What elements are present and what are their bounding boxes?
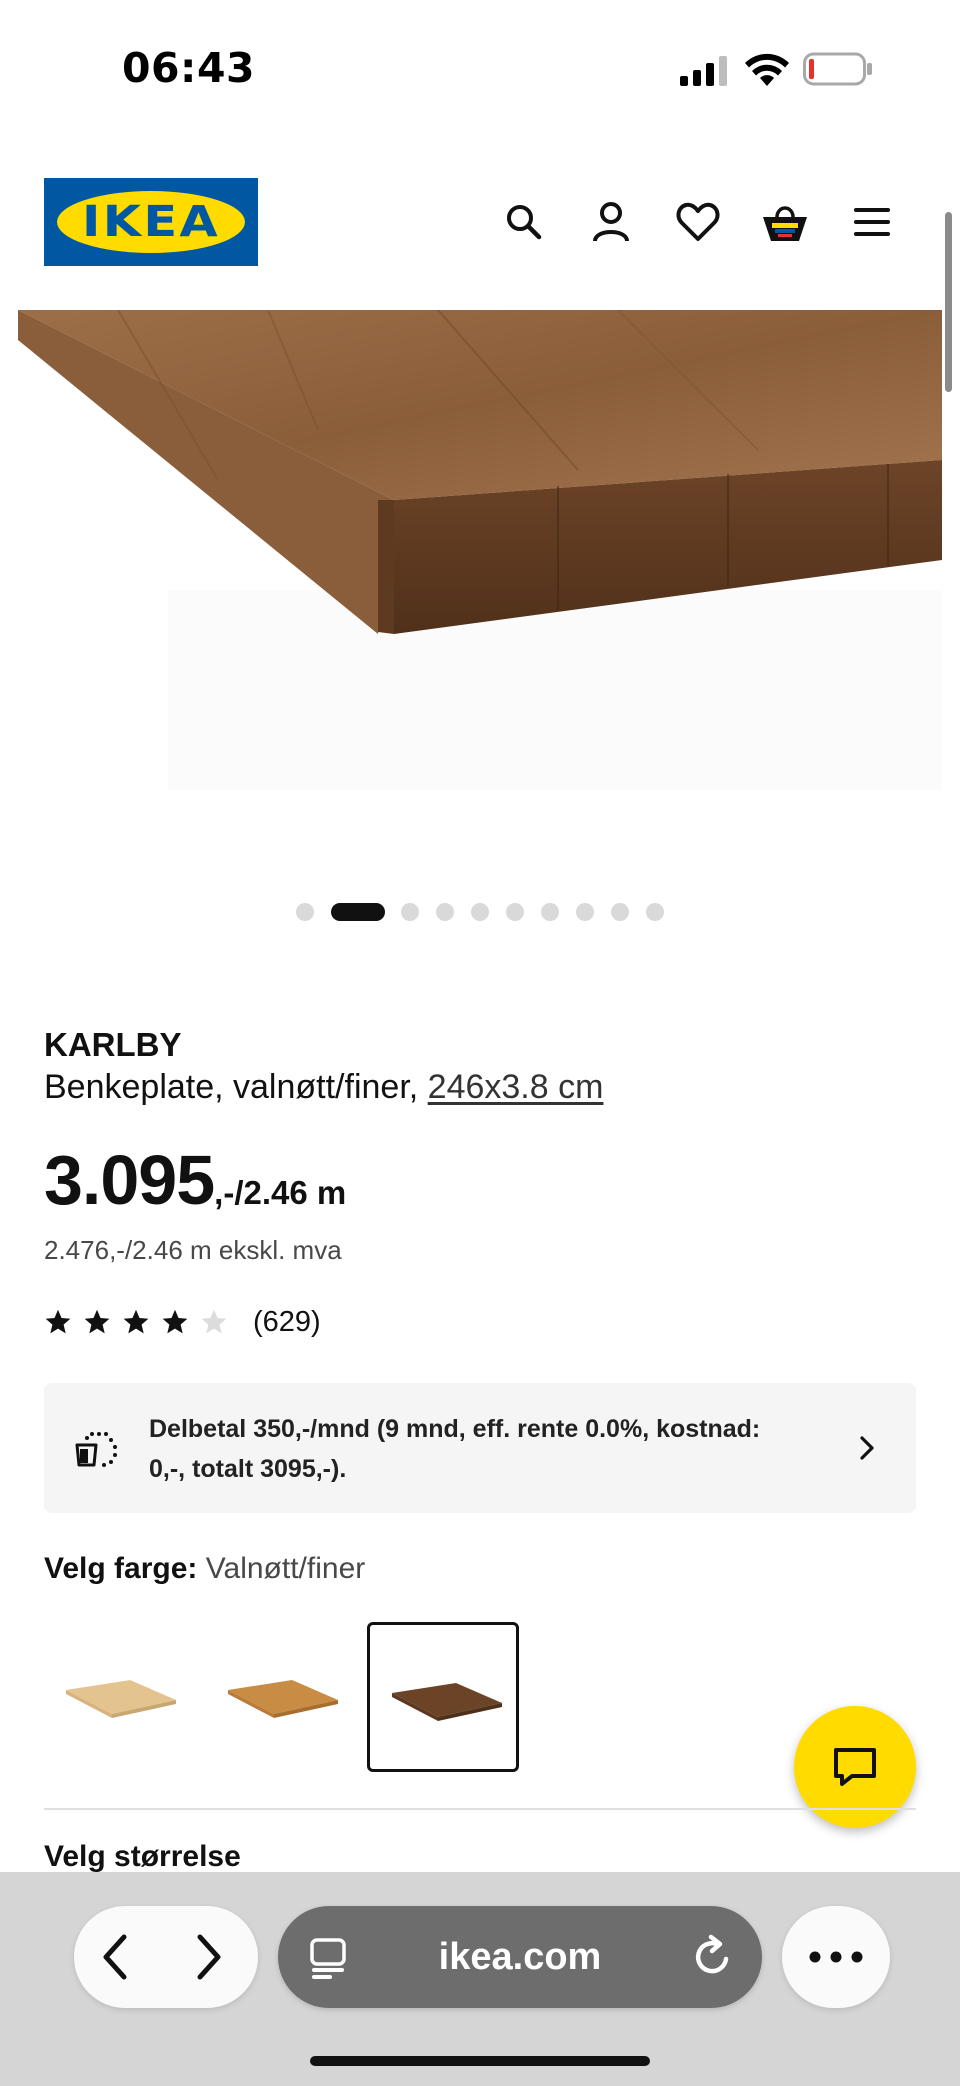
status-time: 06:43 <box>122 44 256 92</box>
more-dots-icon <box>809 1951 863 1963</box>
review-count: (629) <box>253 1305 321 1338</box>
heart-icon[interactable] <box>672 196 724 248</box>
ikea-logo[interactable]: IKEA <box>44 178 258 266</box>
carousel-dot[interactable] <box>471 903 489 921</box>
reload-icon[interactable] <box>690 1934 736 1980</box>
payment-coins-icon <box>75 1432 117 1467</box>
forward-button[interactable] <box>184 1932 234 1982</box>
battery-icon <box>803 52 872 86</box>
price: 3.095,-/2.46 m <box>44 1140 346 1220</box>
color-swatch-oak[interactable] <box>206 1622 358 1772</box>
product-size-link[interactable]: 246x3.8 cm <box>428 1068 604 1106</box>
search-icon[interactable] <box>498 196 550 248</box>
carousel-dot[interactable] <box>541 903 559 921</box>
back-button[interactable] <box>90 1932 140 1982</box>
product-image[interactable] <box>18 310 942 790</box>
product-type: Benkeplate, valnøtt/finer, <box>44 1068 419 1106</box>
chevron-right-icon <box>860 1436 874 1460</box>
star-filled-icon <box>162 1309 188 1334</box>
installment-text: Delbetal 350,-/mnd (9 mnd, eff. rente 0.… <box>149 1415 761 1483</box>
carousel-dot[interactable] <box>296 903 314 921</box>
carousel-dot-active[interactable] <box>331 903 385 921</box>
star-filled-icon <box>45 1309 71 1334</box>
carousel-dot[interactable] <box>401 903 419 921</box>
star-empty-icon <box>201 1309 227 1334</box>
color-label-title: Velg farge: <box>44 1552 198 1585</box>
carousel-dot[interactable] <box>646 903 664 921</box>
chat-icon <box>834 1748 876 1786</box>
price-unit: ,-/2.46 m <box>214 1174 347 1211</box>
price-excl-vat: 2.476,-/2.46 m ekskl. mva <box>44 1235 342 1265</box>
product-name: KARLBY <box>44 1026 182 1063</box>
price-main: 3.095 <box>44 1141 215 1219</box>
section-divider <box>44 1808 916 1810</box>
color-picker-label: Velg farge: Valnøtt/finer <box>44 1552 365 1586</box>
page-scrollbar[interactable] <box>945 212 952 392</box>
installment-banner[interactable]: Delbetal 350,-/mnd (9 mnd, eff. rente 0.… <box>44 1383 916 1513</box>
carousel-dot[interactable] <box>611 903 629 921</box>
carousel-dot[interactable] <box>506 903 524 921</box>
star-filled-icon <box>84 1309 110 1334</box>
browser-toolbar: ikea.com <box>0 1872 960 2086</box>
browser-nav-group <box>74 1906 258 2008</box>
cart-icon[interactable] <box>759 196 811 248</box>
chevron-left-icon <box>103 1934 127 1980</box>
cellular-signal-icon <box>680 56 727 86</box>
product-description: Benkeplate, valnøtt/finer, 246x3.8 cm <box>44 1068 603 1107</box>
wifi-icon <box>745 53 789 86</box>
color-selected-value: Valnøtt/finer <box>205 1552 366 1585</box>
home-indicator[interactable] <box>310 2056 650 2066</box>
address-bar[interactable]: ikea.com <box>278 1906 762 2008</box>
rating[interactable]: (629) <box>44 1302 321 1342</box>
color-swatch-light-oak[interactable] <box>44 1622 196 1772</box>
size-picker-label: Velg størrelse <box>44 1840 241 1873</box>
account-icon[interactable] <box>585 196 637 248</box>
chevron-right-icon <box>197 1934 221 1980</box>
logo-text: IKEA <box>82 197 220 247</box>
menu-icon[interactable] <box>846 196 898 248</box>
status-bar: 06:43 <box>0 0 960 140</box>
color-swatch-walnut-selected[interactable] <box>367 1622 519 1772</box>
image-carousel-dots <box>0 900 960 922</box>
more-options-button[interactable] <box>782 1906 890 2008</box>
carousel-dot[interactable] <box>576 903 594 921</box>
carousel-dot[interactable] <box>436 903 454 921</box>
star-filled-icon <box>123 1309 149 1334</box>
